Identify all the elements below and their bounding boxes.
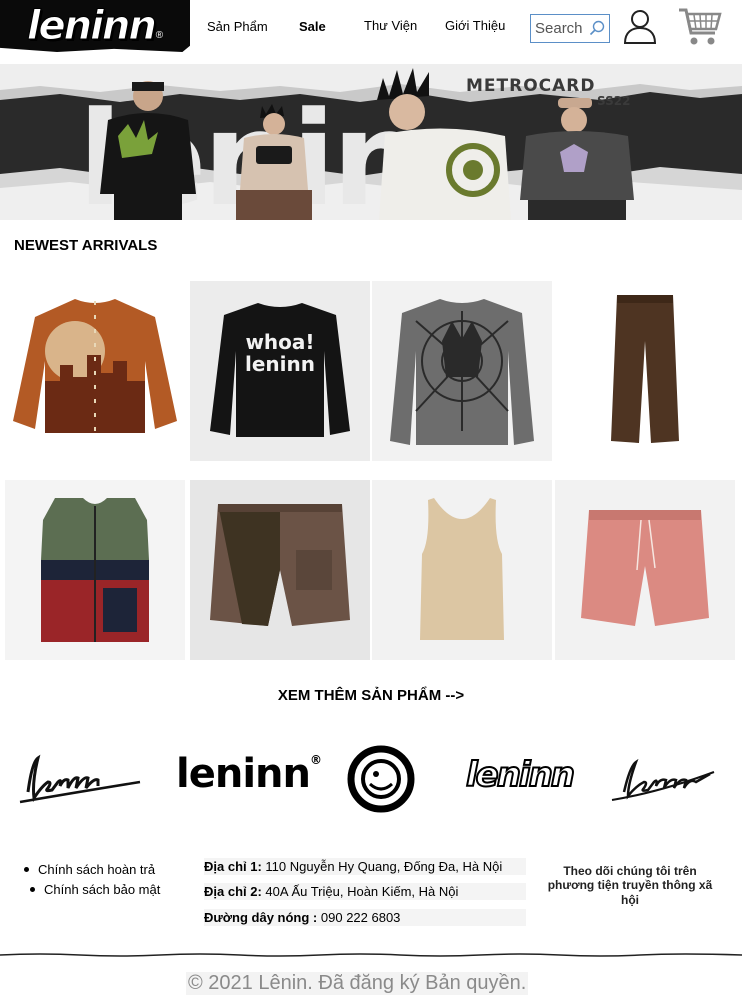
address-1-label: Địa chỉ 1:: [204, 859, 262, 874]
product-image-tank-top: [420, 498, 504, 640]
product-card[interactable]: whoa! leninn: [190, 281, 370, 461]
nav-sale[interactable]: Sale: [299, 19, 326, 34]
leninn-signature-logo: [611, 758, 715, 801]
address-1-value: 110 Nguyễn Hy Quang, Đống Đa, Hà Nội: [265, 859, 503, 874]
leninn-wordmark-reg: ®: [309, 753, 322, 767]
product-card[interactable]: [190, 480, 370, 660]
model-figure: [236, 104, 312, 220]
product-card[interactable]: [372, 480, 552, 660]
see-more-products-link[interactable]: XEM THÊM SẢN PHẨM -->: [0, 687, 742, 704]
site-header: leninn ® Sản Phẩm Sale Thư Viện Giới Thi…: [0, 0, 742, 60]
nav-library[interactable]: Thư Viện: [364, 18, 417, 33]
model-figure: [520, 98, 634, 220]
svg-text:leninn: leninn: [245, 352, 315, 376]
footer-divider: [0, 953, 742, 957]
copyright-text: © 2021 Lênin. Đã đăng ký Bản quyền.: [186, 972, 529, 995]
product-card[interactable]: [5, 281, 185, 461]
site-logo[interactable]: leninn ®: [0, 0, 190, 52]
product-card[interactable]: [5, 480, 185, 660]
logo-registered-mark: ®: [155, 29, 164, 41]
product-card[interactable]: [555, 480, 735, 660]
section-title: NEWEST ARRIVALS: [14, 237, 158, 254]
leninn-wordmark-logo: leninn®: [176, 751, 322, 797]
address-2: Địa chỉ 2: 40A Ấu Triệu, Hoàn Kiếm, Hà N…: [204, 883, 526, 900]
user-account-icon[interactable]: [622, 8, 658, 44]
policy-return-link[interactable]: Chính sách hoàn trả: [24, 862, 160, 877]
model-figure: [100, 81, 196, 220]
leninn-wordmark-text: leninn: [176, 751, 311, 797]
leninn-outline-text: leninn: [465, 755, 576, 795]
social-follow-text: Theo dõi chúng tôi trên phương tiện truy…: [547, 864, 713, 907]
address-2-label: Địa chỉ 2:: [204, 884, 262, 899]
product-image-pink-shorts: [581, 510, 709, 626]
policy-list: Chính sách hoàn trả Chính sách bảo mật: [24, 862, 160, 902]
hero-banner[interactable]: lenin METROCARD SS22: [0, 64, 742, 220]
hotline-value[interactable]: 090 222 6803: [321, 910, 401, 925]
product-image-spiderweb-sweater: [390, 299, 534, 445]
product-image-cargo-shorts: [210, 504, 350, 626]
hotline-label: Đường dây nóng :: [204, 910, 318, 925]
policy-privacy-link[interactable]: Chính sách bảo mật: [24, 882, 160, 897]
hotline: Đường dây nóng : 090 222 6803: [204, 909, 526, 926]
product-image-whoa-sweater: whoa! leninn: [210, 303, 350, 437]
search-icon[interactable]: [589, 20, 605, 36]
address-2-value: 40A Ấu Triệu, Hoàn Kiếm, Hà Nội: [265, 884, 459, 899]
nav-products[interactable]: Sản Phẩm: [207, 19, 268, 34]
address-1: Địa chỉ 1: 110 Nguyễn Hy Quang, Đống Đa,…: [204, 858, 526, 875]
logo-text: leninn: [26, 3, 157, 50]
product-image-brown-pants: [611, 295, 679, 443]
model-figure: [377, 68, 511, 220]
leninn-outline-logo: leninn: [465, 755, 576, 795]
leninn-circle-emblem-logo: [347, 745, 415, 813]
search-box[interactable]: [530, 14, 610, 43]
shopping-cart-icon[interactable]: [678, 5, 722, 47]
leninn-script-logo: [19, 754, 141, 804]
product-image-sunset-cardigan: [13, 299, 177, 433]
search-input[interactable]: [535, 20, 591, 37]
svg-text:whoa!: whoa!: [245, 330, 314, 354]
product-card[interactable]: [372, 281, 552, 461]
product-card[interactable]: [555, 281, 735, 461]
product-image-puffer-vest: [41, 498, 149, 642]
nav-about[interactable]: Giới Thiệu: [445, 18, 505, 33]
